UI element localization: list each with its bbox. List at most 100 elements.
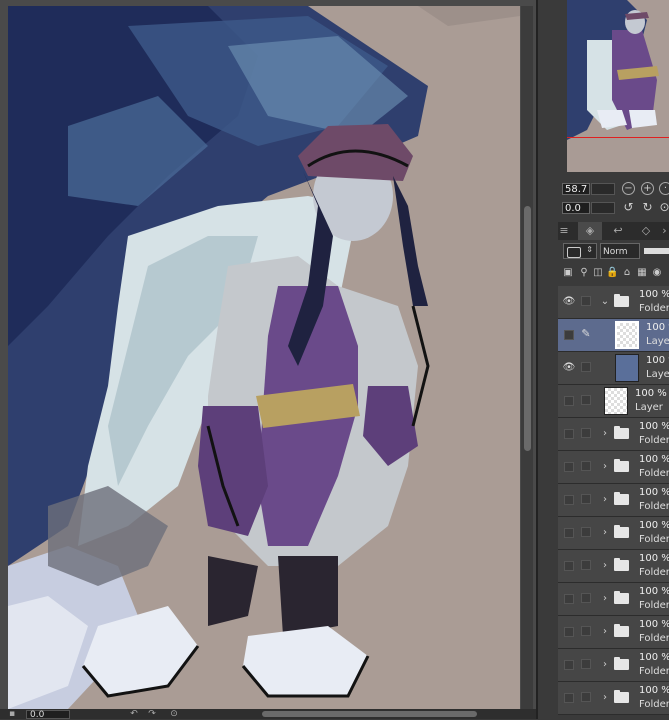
layer-color-dropdown[interactable]: ⇕ bbox=[563, 243, 597, 259]
reset-rotation-icon[interactable]: ⊙ bbox=[168, 709, 180, 719]
layer-row[interactable]: 👁 100 % Layer bbox=[558, 352, 669, 385]
layer-name: Folder bbox=[639, 435, 669, 446]
layer-opacity: 100 % bbox=[646, 322, 669, 333]
layer-row-folder[interactable]: › 100 % Folder bbox=[558, 649, 669, 682]
edit-target-toggle[interactable] bbox=[581, 527, 591, 537]
layer-name: Folder bbox=[639, 633, 669, 644]
folder-icon bbox=[614, 690, 629, 703]
visibility-toggle[interactable] bbox=[564, 561, 574, 571]
navigator-preview[interactable] bbox=[567, 0, 669, 172]
layer-row-folder[interactable]: 👁 ⌄ 100 % Folder bbox=[558, 286, 669, 319]
folder-icon bbox=[614, 492, 629, 505]
canvas-zoom-field[interactable]: 0.0 bbox=[26, 710, 70, 720]
eye-icon[interactable]: 👁 bbox=[562, 296, 576, 308]
nav-zoom-slider[interactable] bbox=[591, 183, 615, 195]
panel-menu-icon[interactable]: ≡ bbox=[558, 222, 570, 240]
visibility-toggle[interactable] bbox=[564, 495, 574, 505]
folder-icon bbox=[614, 294, 629, 307]
chevron-down-icon[interactable]: ⌄ bbox=[600, 296, 610, 308]
blend-mode-select[interactable]: Norm bbox=[600, 243, 640, 259]
visibility-toggle[interactable] bbox=[564, 429, 574, 439]
fit-icon[interactable]: ▪ bbox=[6, 709, 18, 719]
flip-icon[interactable]: ⊙ bbox=[658, 201, 669, 214]
rotate-right-icon[interactable]: ↷ bbox=[146, 709, 158, 719]
draft-icon[interactable]: ◫ bbox=[592, 266, 604, 279]
edit-target-toggle[interactable] bbox=[581, 296, 591, 306]
drawing-canvas[interactable] bbox=[8, 6, 520, 709]
visibility-toggle[interactable] bbox=[564, 660, 574, 670]
zoom-in-icon[interactable]: + bbox=[641, 182, 654, 195]
edit-target-toggle[interactable] bbox=[581, 362, 591, 372]
reference-icon[interactable]: ⚲ bbox=[578, 266, 590, 279]
layer-row-folder[interactable]: › 100 % Folder bbox=[558, 418, 669, 451]
rotate-left-icon[interactable]: ↶ bbox=[128, 709, 140, 719]
horizontal-scroll-thumb[interactable] bbox=[262, 711, 477, 717]
visibility-toggle[interactable] bbox=[564, 594, 574, 604]
visibility-toggle[interactable] bbox=[564, 528, 574, 538]
layer-row[interactable]: ✎ 100 % Layer bbox=[558, 319, 669, 352]
folder-icon bbox=[614, 624, 629, 637]
layer-opacity: 100 % bbox=[639, 289, 669, 300]
folder-icon bbox=[614, 459, 629, 472]
edit-target-toggle[interactable] bbox=[581, 494, 591, 504]
nav-zoom-field[interactable]: 58.7 bbox=[562, 183, 590, 195]
visibility-toggle[interactable] bbox=[564, 627, 574, 637]
nav-rotation-field[interactable]: 0.0 bbox=[562, 202, 590, 214]
lock-icon[interactable]: 🔒 bbox=[606, 266, 618, 279]
edit-target-toggle[interactable] bbox=[581, 659, 591, 669]
layer-row-folder[interactable]: › 100 % Folder bbox=[558, 550, 669, 583]
edit-target-toggle[interactable] bbox=[581, 560, 591, 570]
layer-name: Folder bbox=[639, 699, 669, 710]
zoom-out-icon[interactable]: − bbox=[622, 182, 635, 195]
mask-icon[interactable]: ▦ bbox=[636, 266, 648, 279]
tab-layers[interactable]: ◈ bbox=[578, 222, 602, 240]
layer-row-folder[interactable]: › 100 % Folder bbox=[558, 451, 669, 484]
folder-icon bbox=[614, 426, 629, 439]
layer-row-folder[interactable]: › 100 % Folder bbox=[558, 682, 669, 715]
visibility-toggle[interactable] bbox=[564, 330, 574, 340]
nav-rotation-slider[interactable] bbox=[591, 202, 615, 214]
palette-icon[interactable]: ◉ bbox=[651, 266, 663, 279]
visibility-toggle[interactable] bbox=[564, 396, 574, 406]
visibility-toggle[interactable] bbox=[564, 693, 574, 703]
chevron-right-icon[interactable]: › bbox=[600, 527, 610, 539]
artwork-illustration bbox=[8, 6, 520, 709]
chevron-right-icon[interactable]: › bbox=[600, 461, 610, 473]
chevron-right-icon[interactable]: › bbox=[600, 560, 610, 572]
rotate-left-icon[interactable]: ↺ bbox=[622, 201, 635, 214]
layer-name: Folder bbox=[639, 567, 669, 578]
clip-icon[interactable]: ▣ bbox=[562, 266, 574, 279]
layer-row-folder[interactable]: › 100 % Folder bbox=[558, 484, 669, 517]
visibility-toggle[interactable] bbox=[564, 462, 574, 472]
edit-target-toggle[interactable] bbox=[581, 461, 591, 471]
chevron-right-icon[interactable]: › bbox=[600, 428, 610, 440]
chevron-right-icon[interactable]: › bbox=[600, 659, 610, 671]
edit-target-toggle[interactable] bbox=[581, 395, 591, 405]
layer-row-folder[interactable]: › 100 % Folder bbox=[558, 517, 669, 550]
edit-target-toggle[interactable] bbox=[581, 626, 591, 636]
zoom-fit-icon[interactable]: · bbox=[659, 182, 669, 195]
tab-more[interactable]: › bbox=[660, 222, 669, 240]
chevron-right-icon[interactable]: › bbox=[600, 626, 610, 638]
edit-target-toggle[interactable] bbox=[581, 593, 591, 603]
layer-thumbnail bbox=[615, 321, 639, 349]
chevron-right-icon[interactable]: › bbox=[600, 593, 610, 605]
layer-row-folder[interactable]: › 100 % Folder bbox=[558, 583, 669, 616]
eye-icon[interactable]: 👁 bbox=[562, 362, 576, 374]
chevron-right-icon[interactable]: › bbox=[600, 692, 610, 704]
rotate-right-icon[interactable]: ↻ bbox=[641, 201, 654, 214]
edit-target-toggle[interactable] bbox=[581, 428, 591, 438]
chevron-right-icon[interactable]: › bbox=[600, 494, 610, 506]
navigator-thumbnail bbox=[567, 0, 669, 172]
vertical-scroll-thumb[interactable] bbox=[524, 206, 531, 451]
layer-name: Folder bbox=[639, 600, 669, 611]
layer-row[interactable]: 100 % Layer bbox=[558, 385, 669, 418]
folder-icon bbox=[614, 591, 629, 604]
tab-layer-property[interactable]: ◇ bbox=[634, 222, 658, 240]
tab-history[interactable]: ↩ bbox=[606, 222, 630, 240]
layer-opacity: 100 % bbox=[639, 619, 669, 630]
edit-target-toggle[interactable] bbox=[581, 692, 591, 702]
lock-transparency-icon[interactable]: ⌂ bbox=[621, 266, 633, 279]
opacity-slider[interactable] bbox=[644, 248, 669, 254]
layer-row-folder[interactable]: › 100 % Folder bbox=[558, 616, 669, 649]
